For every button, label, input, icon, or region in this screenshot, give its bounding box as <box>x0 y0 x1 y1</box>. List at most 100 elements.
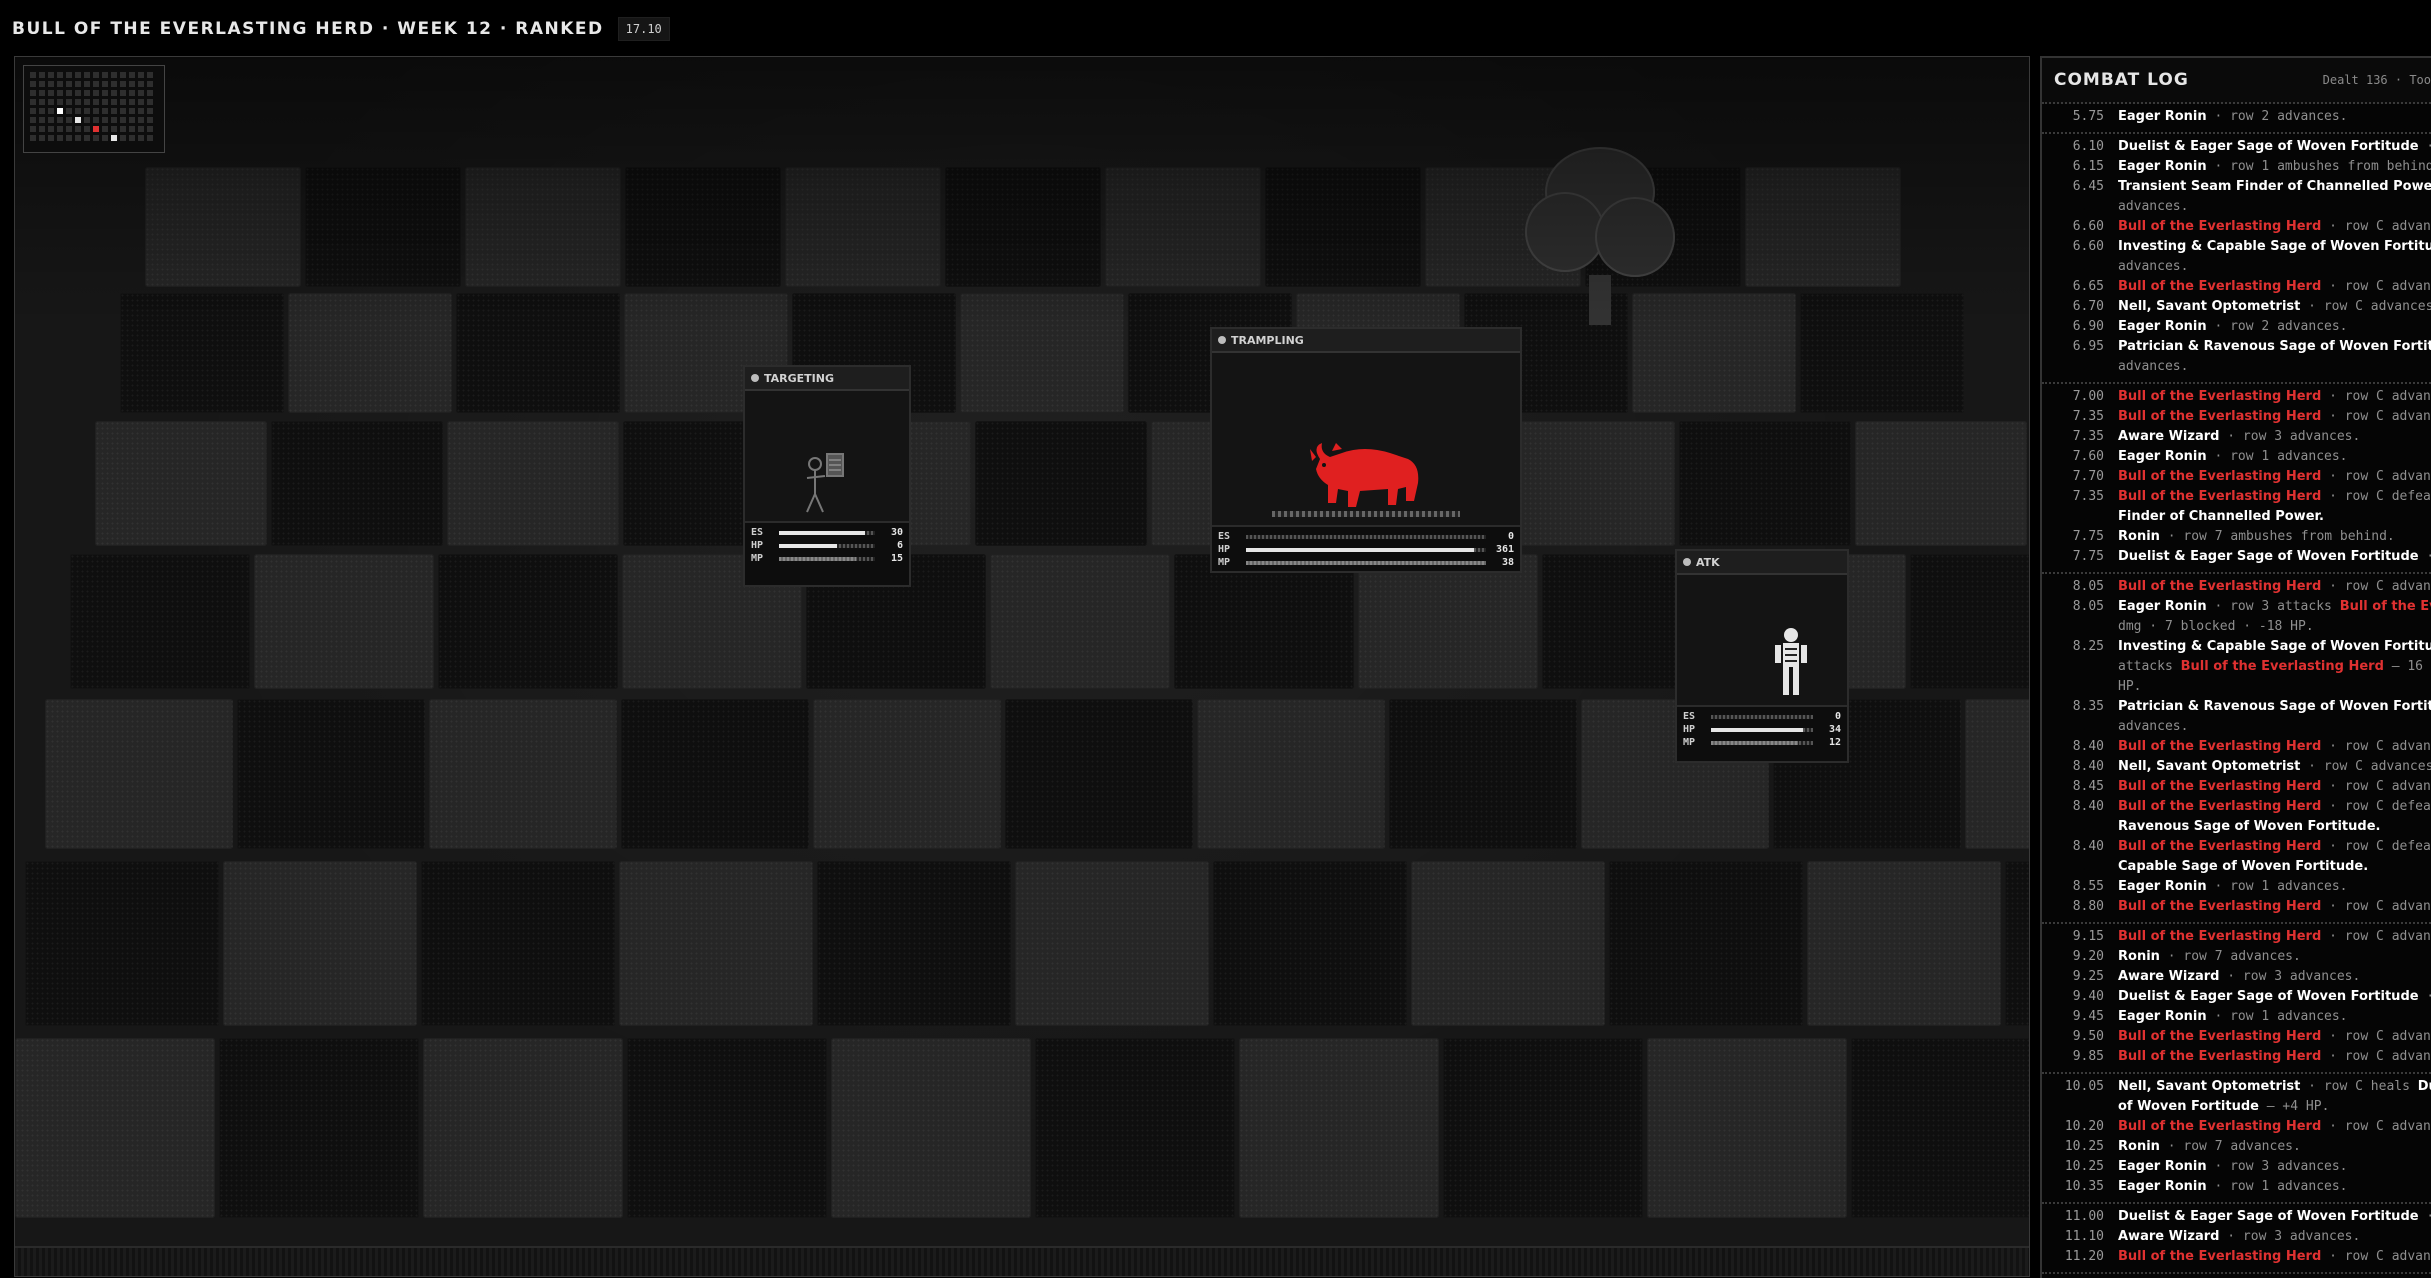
log-time <box>2042 197 2118 217</box>
board-tile[interactable] <box>627 1038 827 1218</box>
board-tile[interactable] <box>429 699 617 849</box>
board-tile[interactable] <box>25 861 219 1026</box>
minimap-cell <box>120 90 126 96</box>
minimap-cell <box>57 117 63 123</box>
board-tile[interactable] <box>1910 554 2029 689</box>
board-tile[interactable] <box>1647 1038 1847 1218</box>
board-tile[interactable] <box>621 699 809 849</box>
minimap-cell <box>30 108 36 114</box>
unit-card-atk[interactable]: ATK ES 0 HP 34 MP 12 <box>1675 549 1849 763</box>
board-tile[interactable] <box>465 167 621 287</box>
minimap-cell <box>30 99 36 105</box>
board-tile[interactable] <box>1035 1038 1235 1218</box>
board-tile[interactable] <box>45 699 233 849</box>
board-tile[interactable] <box>625 167 781 287</box>
board-tile[interactable] <box>1745 167 1901 287</box>
board-tile[interactable] <box>254 554 434 689</box>
board-tile[interactable] <box>1807 861 2001 1026</box>
minimap-cell <box>129 99 135 105</box>
minimap-cell <box>111 99 117 105</box>
minimap[interactable] <box>23 65 165 153</box>
board-tile[interactable] <box>1358 554 1538 689</box>
log-entry: 8.55 Eager Ronin · row 1 advances. <box>2042 877 2431 897</box>
log-time: 6.10 <box>2072 139 2104 154</box>
board-tile[interactable] <box>1443 1038 1643 1218</box>
board-tile[interactable] <box>1800 293 1964 413</box>
board-tile[interactable] <box>1015 861 1209 1026</box>
board-tile[interactable] <box>2005 861 2029 1026</box>
log-actor: of Woven Fortitude <box>2118 1099 2259 1114</box>
minimap-unit-marker <box>57 108 63 114</box>
board-tile[interactable] <box>95 421 267 546</box>
log-actor: Eager Ronin <box>2118 159 2207 174</box>
board-tile[interactable] <box>1855 421 2027 546</box>
board-tile[interactable] <box>271 421 443 546</box>
minimap-cell <box>147 72 153 78</box>
combat-log-entries[interactable]: 5.75 Eager Ronin · row 2 advances. 6.10 Due… <box>2042 104 2431 1274</box>
log-entry: 10.05 Nell, Savant Optometrist · row C he… <box>2042 1077 2431 1097</box>
board-tile[interactable] <box>975 421 1147 546</box>
minimap-cell <box>102 108 108 114</box>
board-tile[interactable] <box>447 421 619 546</box>
minimap-cell <box>48 81 54 87</box>
board-tile[interactable] <box>219 1038 419 1218</box>
board-tile[interactable] <box>237 699 425 849</box>
board-tile[interactable] <box>945 167 1101 287</box>
board-tile[interactable] <box>1389 699 1577 849</box>
unit-card-bull[interactable]: TRAMPLING ES 0 HP 361 MP 38 <box>1210 327 1522 573</box>
board-tile[interactable] <box>1239 1038 1439 1218</box>
log-entry: 7.75 Ronin · row 7 ambushes from behind. <box>2042 527 2431 547</box>
board-tile[interactable] <box>1105 167 1261 287</box>
board-tile[interactable] <box>145 167 301 287</box>
log-action: · row 3 advances. <box>2206 1159 2348 1174</box>
board-tile[interactable] <box>817 861 1011 1026</box>
board-tile[interactable] <box>1851 1038 2029 1218</box>
board-tile[interactable] <box>288 293 452 413</box>
board-tile[interactable] <box>813 699 1001 849</box>
board-tile[interactable] <box>1213 861 1407 1026</box>
hp-row: HP 361 <box>1218 544 1514 555</box>
board-tile[interactable] <box>1965 699 2029 849</box>
unit-card-targeting[interactable]: TARGETING ES 30 HP 6 MP 15 <box>743 365 911 587</box>
log-action: advances. <box>2118 719 2189 734</box>
board-tile[interactable] <box>305 167 461 287</box>
board-tile[interactable] <box>421 861 615 1026</box>
board-tile[interactable] <box>223 861 417 1026</box>
minimap-cell <box>75 81 81 87</box>
board-tile[interactable] <box>438 554 618 689</box>
minimap-cell <box>111 126 117 132</box>
board-tile[interactable] <box>120 293 284 413</box>
board-tile[interactable] <box>423 1038 623 1218</box>
log-group: 8.05 Bull of the Everlasting Herd · row C… <box>2042 574 2431 924</box>
board-tile[interactable] <box>1005 699 1193 849</box>
board-tile[interactable] <box>990 554 1170 689</box>
log-time: 9.15 <box>2072 929 2104 944</box>
board-tile[interactable] <box>960 293 1124 413</box>
log-entry: 9.25 Aware Wizard · row 3 advances. <box>2042 967 2431 987</box>
board-tile[interactable] <box>70 554 250 689</box>
board-tile[interactable] <box>1503 421 1675 546</box>
board-tile[interactable] <box>831 1038 1031 1218</box>
board-tile[interactable] <box>1265 167 1421 287</box>
log-action: · row C advances. <box>2329 389 2431 404</box>
minimap-cell <box>120 72 126 78</box>
board-tile[interactable] <box>1609 861 1803 1026</box>
board-tile[interactable] <box>1679 421 1851 546</box>
board-tile[interactable] <box>619 861 813 1026</box>
board-tile[interactable] <box>785 167 941 287</box>
board-tile[interactable] <box>1197 699 1385 849</box>
combat-log-panel[interactable]: COMBAT LOG Dealt 136 · Too 5.75 Eager Ron… <box>2040 56 2431 1278</box>
battlefield[interactable]: TARGETING ES 30 HP 6 MP 15 TRAMPLING ES … <box>14 56 2030 1277</box>
board-tile[interactable] <box>15 1038 215 1218</box>
state-icon <box>1218 336 1226 344</box>
log-action: · row C advances. <box>2329 1249 2431 1264</box>
log-entry: 8.25 Investing & Capable Sage of Woven Fo… <box>2042 637 2431 657</box>
log-time: 10.20 <box>2064 1119 2104 1134</box>
board-tile[interactable] <box>456 293 620 413</box>
board-tile[interactable] <box>1174 554 1354 689</box>
minimap-cell <box>39 135 45 141</box>
log-action: advances. <box>2118 259 2189 274</box>
board-tile[interactable] <box>1411 861 1605 1026</box>
minimap-cell <box>93 117 99 123</box>
log-entry: of Woven Fortitude — +4 HP. <box>2042 1097 2431 1117</box>
